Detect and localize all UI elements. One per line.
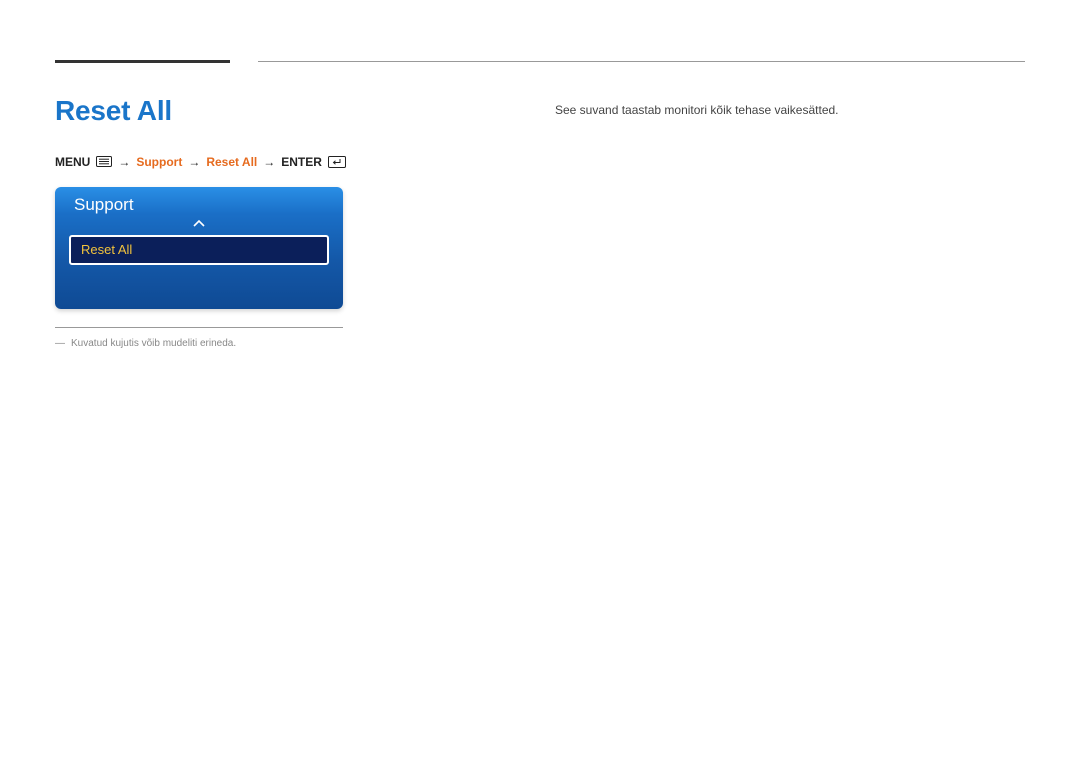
osd-panel: Support Reset All (55, 187, 343, 309)
top-divider-thin (258, 61, 1025, 62)
chevron-up-icon (66, 217, 332, 230)
nav-enter-label: ENTER (281, 155, 322, 169)
footnote-dash: ― (55, 338, 65, 349)
description-text: See suvand taastab monitori kõik tehase … (555, 101, 1025, 120)
nav-support: Support (136, 155, 182, 169)
footnote-divider (55, 327, 343, 328)
osd-panel-title: Support (66, 195, 332, 215)
menu-icon (96, 156, 112, 167)
footnote: ― Kuvatud kujutis võib mudeliti erineda. (55, 338, 515, 349)
nav-arrow: → (188, 155, 200, 169)
nav-menu-label: MENU (55, 155, 90, 169)
nav-arrow: → (118, 155, 130, 169)
nav-arrow: → (263, 155, 275, 169)
nav-reset-all: Reset All (206, 155, 257, 169)
top-divider (55, 60, 1025, 63)
top-divider-thick (55, 60, 230, 63)
footnote-text: Kuvatud kujutis võib mudeliti erineda. (71, 338, 236, 349)
enter-icon (328, 156, 346, 168)
breadcrumb: MENU → Support → Reset All → ENTER (55, 155, 515, 169)
osd-selected-item[interactable]: Reset All (69, 235, 329, 265)
page-title: Reset All (55, 95, 515, 127)
osd-selected-label: Reset All (81, 242, 132, 257)
